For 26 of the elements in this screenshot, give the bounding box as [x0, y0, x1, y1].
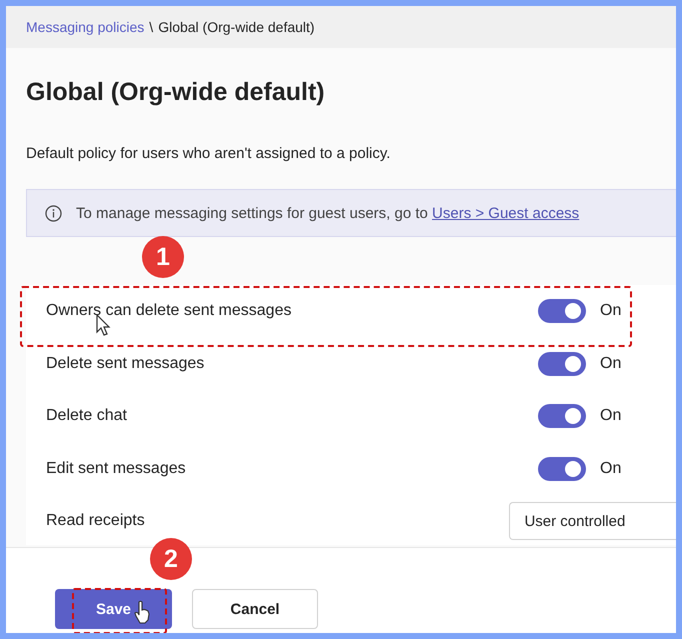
page-title: Global (Org-wide default) — [26, 78, 326, 107]
guest-access-link[interactable]: Users > Guest access — [432, 204, 580, 222]
breadcrumb-separator: \ — [149, 19, 154, 35]
read-receipts-dropdown[interactable]: User controlled — [509, 502, 676, 540]
hand-cursor-icon — [134, 600, 150, 624]
setting-label: Delete sent messages — [46, 354, 206, 373]
setting-label: Edit sent messages — [46, 460, 187, 478]
page-description: Default policy for users who aren't assigned to a policy. — [26, 145, 392, 162]
toggle-switch[interactable] — [538, 404, 586, 428]
info-text: To manage messaging settings for guest users, go to Users > Guest access — [76, 204, 580, 222]
setting-label: Delete chat — [46, 407, 128, 426]
toggle-state: On — [600, 407, 622, 426]
toggle-switch[interactable] — [538, 456, 586, 481]
step-badge: 1 — [142, 236, 184, 278]
breadcrumb-current: Global (Org-wide default) — [158, 19, 315, 35]
breadcrumb-link[interactable]: Messaging policies — [26, 19, 144, 35]
toggle-switch[interactable] — [538, 352, 586, 376]
toggle-state: On — [600, 354, 622, 373]
toggle-state: On — [600, 302, 622, 320]
save-button[interactable]: Save — [55, 589, 172, 629]
setting-label: Owners can delete sent messages — [46, 302, 292, 320]
toggle-state: On — [600, 460, 622, 478]
info-icon — [45, 204, 62, 222]
cancel-button[interactable]: Cancel — [192, 589, 318, 629]
pointer-icon — [96, 314, 112, 338]
toggle-switch[interactable] — [538, 299, 586, 324]
